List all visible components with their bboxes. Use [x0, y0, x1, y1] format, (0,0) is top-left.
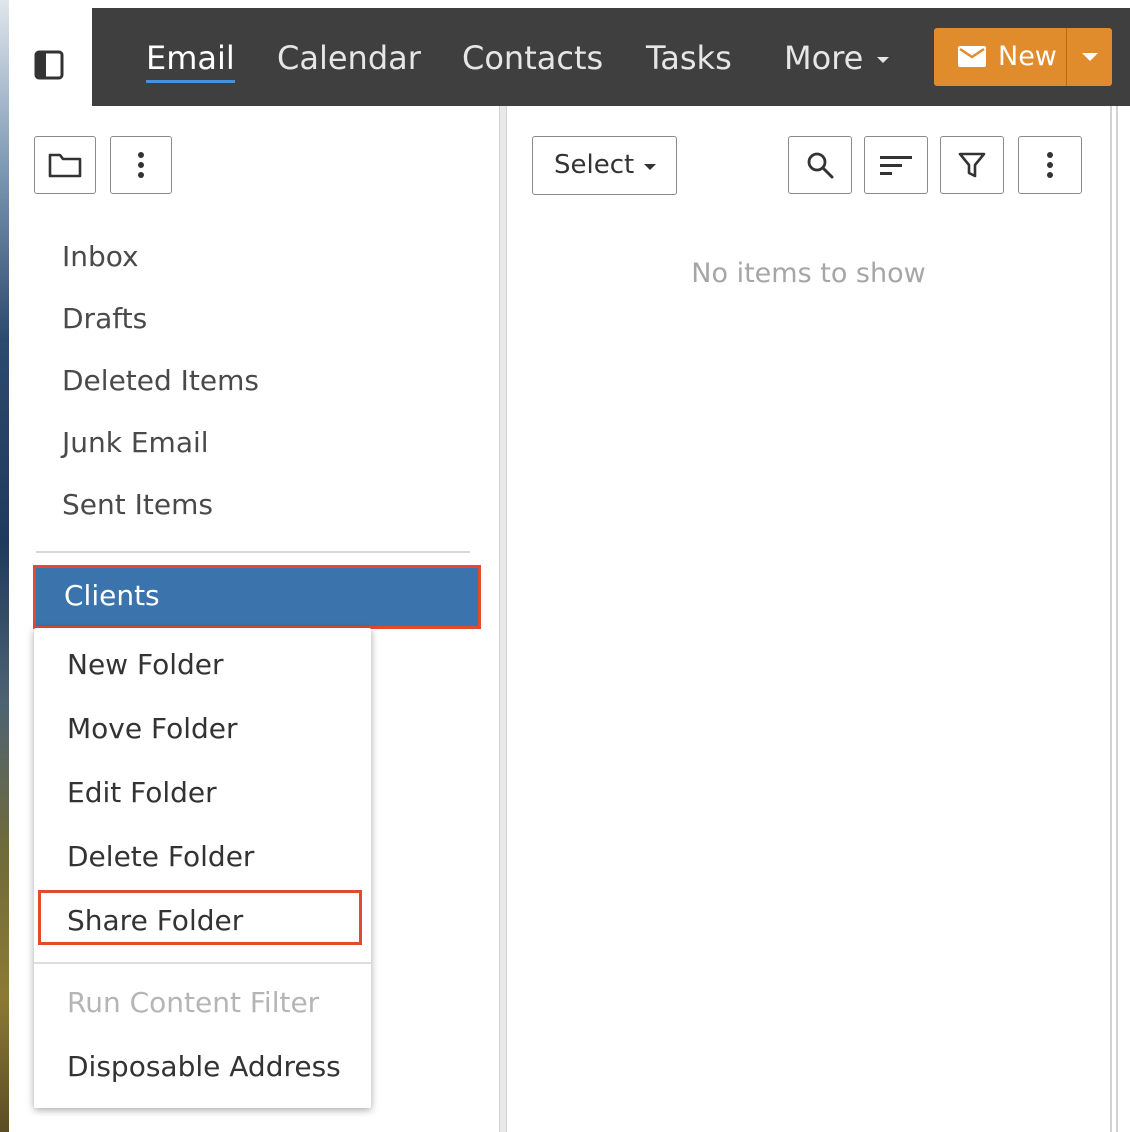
menu-share-folder[interactable]: Share Folder: [67, 903, 243, 939]
menu-new-folder[interactable]: New Folder: [67, 647, 224, 683]
webmail-app: Email Calendar Contacts Tasks More New I…: [9, 0, 1130, 1132]
new-button[interactable]: New: [934, 28, 1066, 86]
empty-list-message: No items to show: [691, 258, 926, 289]
folder-inbox[interactable]: Inbox: [62, 239, 139, 275]
new-dropdown-button[interactable]: [1067, 28, 1112, 86]
folder-drafts[interactable]: Drafts: [62, 301, 147, 337]
new-button-group: New: [934, 28, 1112, 86]
select-label: Select: [554, 150, 635, 180]
menu-edit-folder[interactable]: Edit Folder: [67, 775, 217, 811]
nav-tab-email[interactable]: Email: [146, 38, 235, 83]
select-dropdown[interactable]: Select: [532, 136, 677, 195]
more-caret-icon: [877, 57, 890, 63]
sort-button[interactable]: [864, 136, 928, 194]
folder-context-menu: New Folder Move Folder Edit Folder Delet…: [34, 628, 371, 1108]
folder-sent-items[interactable]: Sent Items: [62, 487, 213, 523]
menu-disposable-address[interactable]: Disposable Address: [67, 1049, 341, 1085]
menu-delete-folder[interactable]: Delete Folder: [67, 839, 254, 875]
right-panel-edge: [1110, 106, 1118, 1132]
folder-separator: [36, 551, 470, 553]
list-options-button[interactable]: [1018, 136, 1082, 194]
folder-deleted-items[interactable]: Deleted Items: [62, 363, 259, 399]
chevron-down-icon: [1082, 53, 1098, 61]
folder-clients-selected[interactable]: Clients: [33, 565, 481, 629]
desktop-background-strip: [0, 0, 9, 1132]
folder-clients-label: Clients: [64, 579, 160, 612]
panel-resize-handle[interactable]: [499, 106, 507, 1132]
message-list-panel: Select No items to show: [507, 106, 1110, 1132]
search-icon: [807, 152, 834, 179]
mail-icon: [958, 46, 986, 67]
filter-button[interactable]: [940, 136, 1004, 194]
menu-separator: [34, 962, 371, 964]
menu-run-content-filter: Run Content Filter: [67, 986, 320, 1019]
filter-icon: [958, 152, 986, 178]
nav-tab-contacts[interactable]: Contacts: [462, 38, 603, 78]
folder-icon: [48, 153, 82, 178]
folder-junk-email[interactable]: Junk Email: [62, 425, 209, 461]
chevron-down-icon: [644, 164, 656, 170]
new-button-label: New: [998, 41, 1057, 72]
menu-move-folder[interactable]: Move Folder: [67, 711, 238, 747]
nav-tab-tasks[interactable]: Tasks: [646, 38, 732, 78]
search-button[interactable]: [788, 136, 852, 194]
folder-button[interactable]: [34, 136, 96, 194]
sidebar-toggle-icon[interactable]: [34, 50, 64, 80]
folder-options-button[interactable]: [110, 136, 172, 194]
more-vertical-icon: [138, 152, 144, 178]
sort-icon: [880, 156, 912, 175]
nav-tab-more[interactable]: More: [784, 38, 890, 78]
more-vertical-icon: [1047, 152, 1053, 178]
top-navbar: Email Calendar Contacts Tasks More New: [92, 8, 1130, 106]
sidebar-toggle-area: [9, 8, 92, 106]
nav-tab-calendar[interactable]: Calendar: [277, 38, 421, 78]
nav-more-label: More: [784, 39, 864, 77]
